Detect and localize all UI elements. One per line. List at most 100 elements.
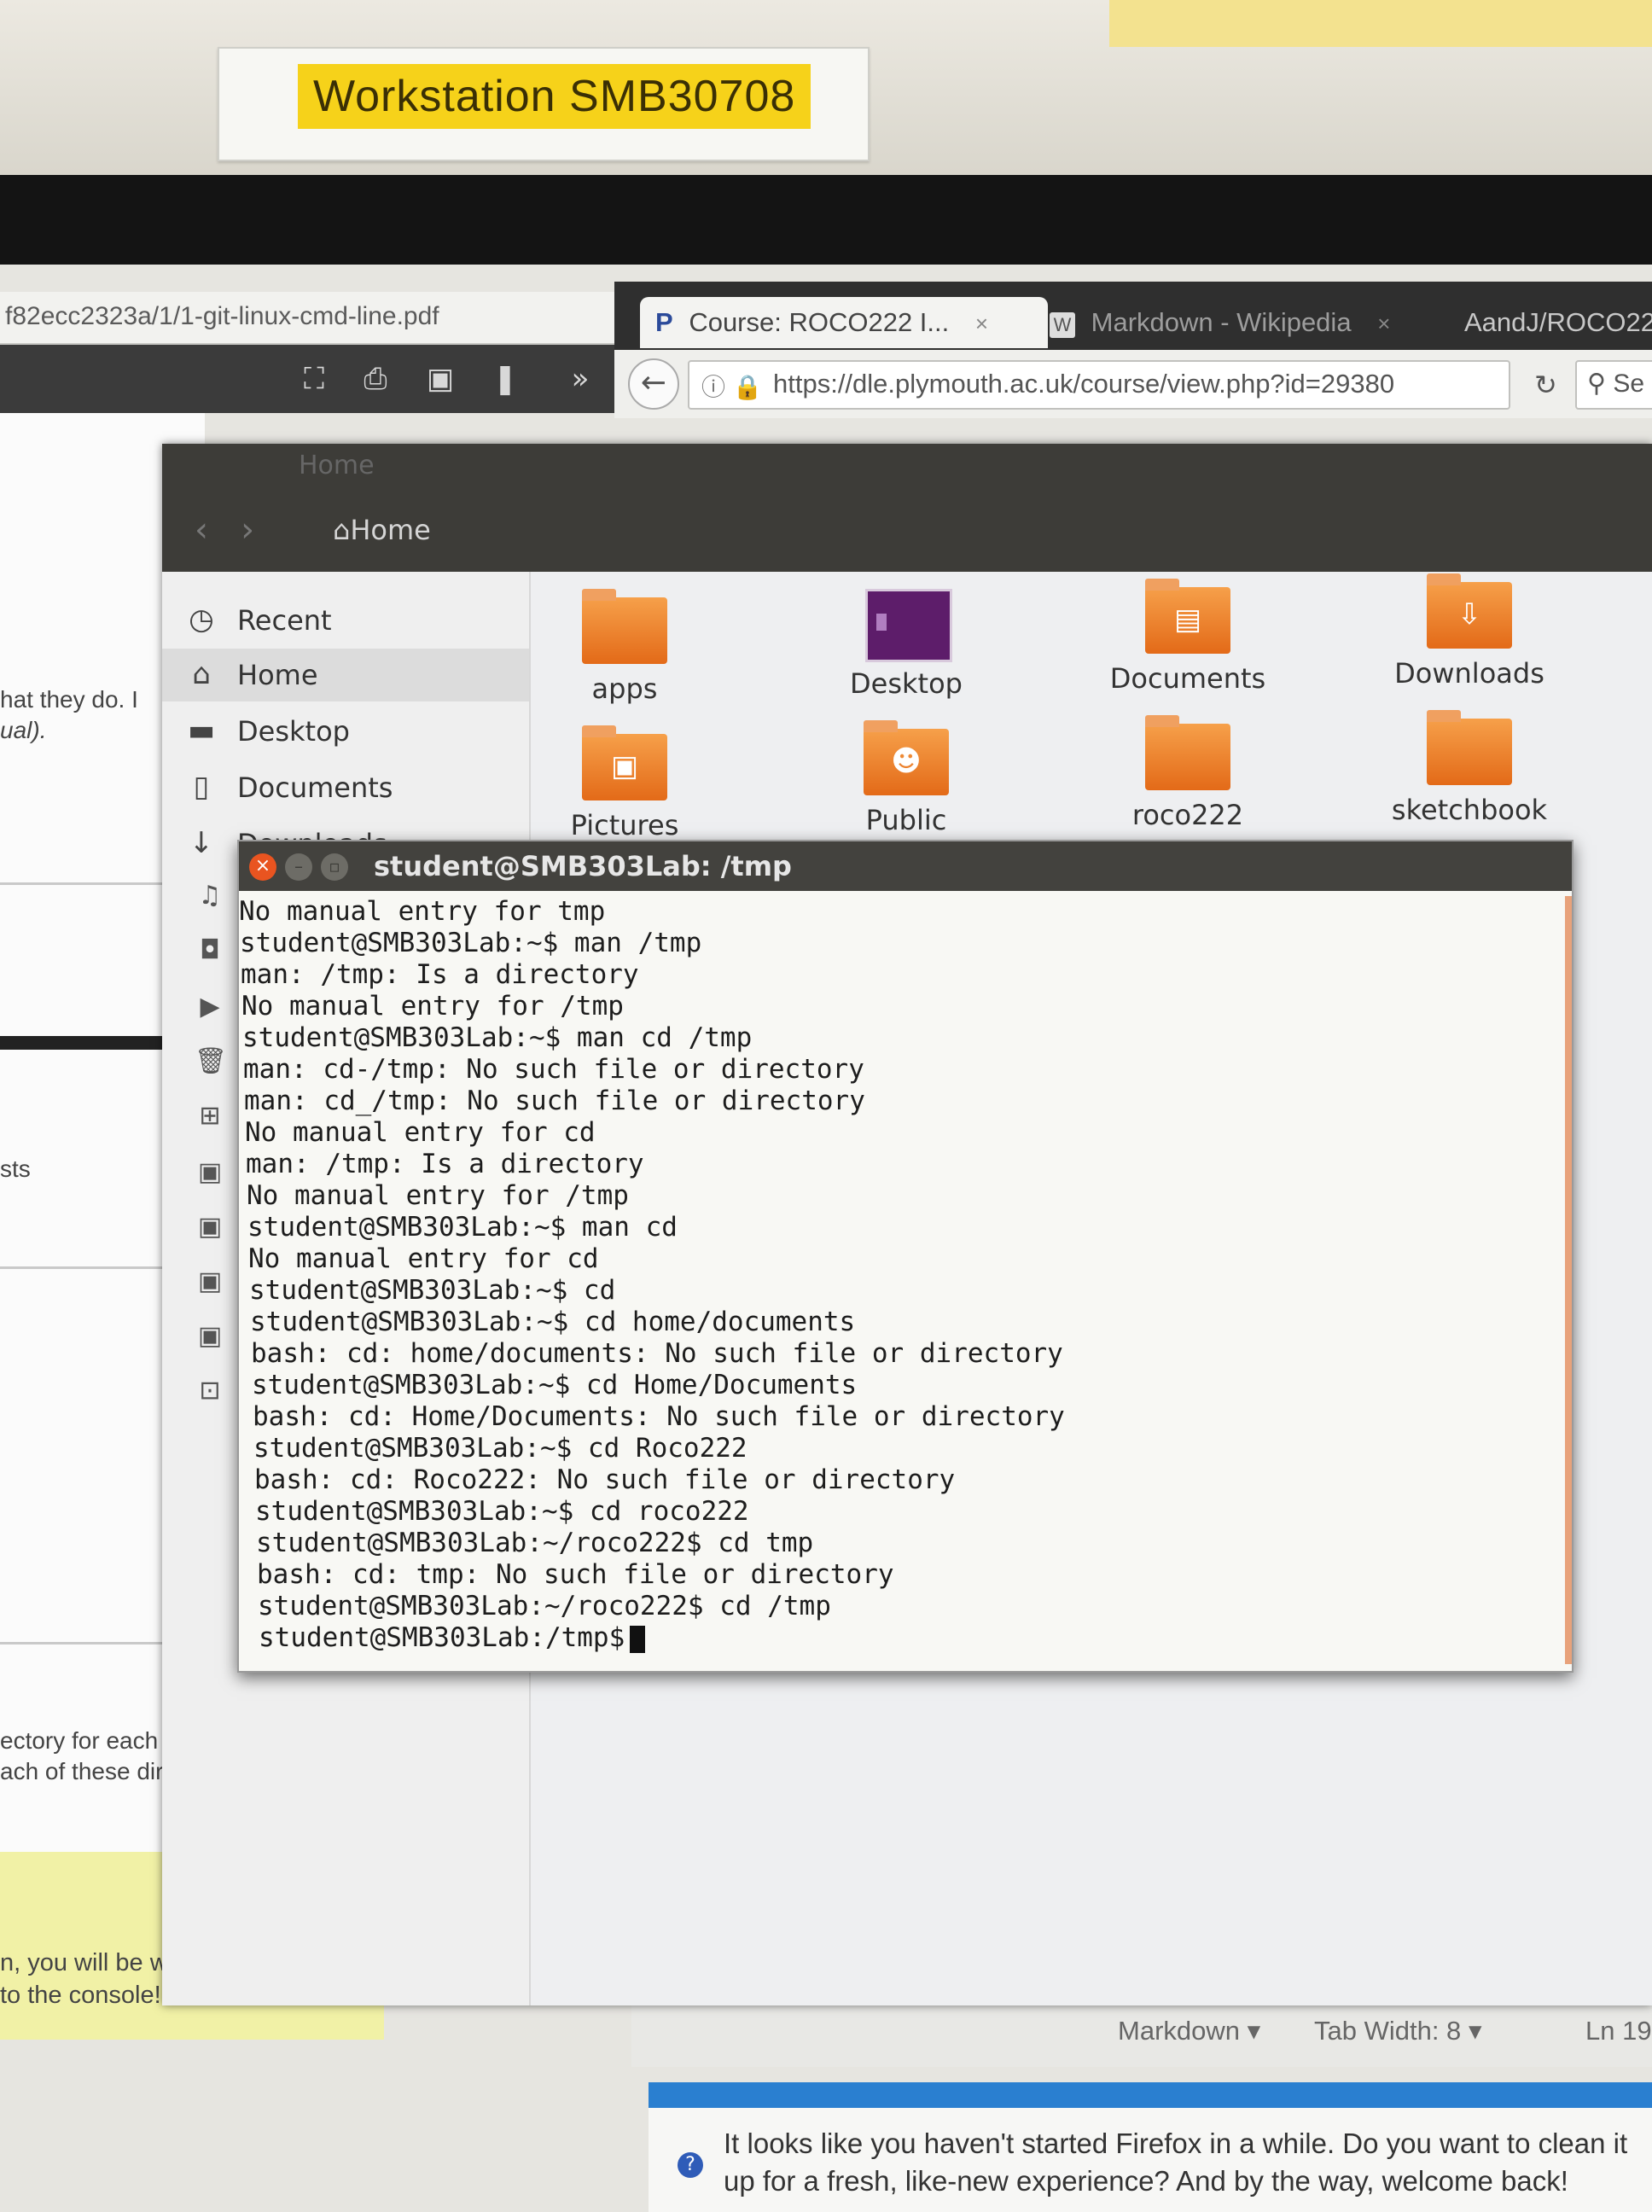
breadcrumb[interactable]: ⌂Home — [333, 514, 431, 546]
close-icon[interactable]: × — [249, 853, 276, 881]
wikipedia-favicon-icon: W — [1050, 312, 1075, 338]
tab-width-selector[interactable]: Tab Width: 8 ▾ — [1314, 2016, 1482, 2046]
terminal-line: bash: cd: home/documents: No such file o… — [251, 1338, 1063, 1369]
terminal-scrollbar[interactable] — [1565, 896, 1572, 1664]
url-bar[interactable]: ⓘ 🔒 https://dle.plymouth.ac.uk/course/vi… — [688, 360, 1557, 410]
terminal-line: bash: cd: Home/Documents: No such file o… — [253, 1401, 1065, 1432]
pdf-text-line: sts — [0, 1155, 31, 1182]
sidebar-item-label: Documents — [237, 771, 393, 804]
wall-background: Workstation SMB30708 — [0, 0, 1652, 175]
workstation-label: Workstation SMB30708 — [298, 64, 811, 129]
terminal-line: No manual entry for tmp — [239, 896, 606, 927]
download-icon: ↓ — [189, 826, 214, 860]
sidebar-item-label: Recent — [237, 604, 332, 637]
folder-sketchbook[interactable]: sketchbook — [1376, 710, 1563, 847]
home-icon: ⌂ — [192, 657, 211, 691]
pdf-text-line: ach of these direc — [0, 1758, 189, 1784]
notification-text: It looks like you haven't started Firefo… — [724, 2128, 1628, 2197]
print-icon[interactable]: ⎙ — [358, 362, 393, 396]
editor-status-bar: Markdown ▾ Tab Width: 8 ▾ Ln 19 — [631, 1997, 1652, 2067]
document-icon: ▯ — [193, 770, 210, 804]
search-label: Se — [1613, 370, 1645, 398]
reload-icon[interactable]: ↻ — [1534, 369, 1557, 401]
terminal-line: No manual entry for /tmp — [241, 991, 624, 1022]
folder-desktop[interactable]: Desktop — [812, 584, 1000, 720]
downloads-folder-icon: ⇩ — [1427, 573, 1512, 649]
drive-icon[interactable]: ▣ — [195, 1212, 225, 1243]
drive-icon[interactable]: ▣ — [195, 1266, 225, 1297]
bookmark-icon[interactable]: ❚ — [488, 362, 522, 396]
terminal-line: student@SMB303Lab:~/roco222$ cd /tmp — [258, 1591, 831, 1621]
fullscreen-icon[interactable]: ⛶ — [297, 362, 331, 396]
public-folder-icon: ☻ — [864, 720, 949, 795]
terminal-line: student@SMB303Lab:~$ cd home/documents — [250, 1307, 856, 1337]
folder-label: Desktop — [850, 667, 963, 700]
file-manager-header: Home ‹ › ⌂Home — [162, 444, 1652, 572]
sidebar-item-label: Desktop — [237, 715, 350, 748]
video-icon[interactable]: ▶ — [195, 992, 225, 1022]
drive-icon[interactable]: ▣ — [195, 1321, 225, 1352]
terminal-title: student@SMB303Lab: /tmp — [374, 850, 792, 882]
pdf-note-line: to the console! — [0, 1982, 161, 2009]
sidebar-item-recent[interactable]: ◷ Recent — [162, 594, 529, 647]
terminal-output[interactable]: No manual entry for tmp student@SMB303La… — [239, 896, 1553, 1664]
back-icon[interactable]: ‹ — [195, 510, 208, 550]
drive-icon[interactable]: ▣ — [195, 1157, 225, 1188]
pdf-viewer-titlebar: f82ecc2323a/1/1-git-linux-cmd-line.pdf — [0, 292, 614, 345]
close-icon[interactable]: × — [975, 311, 988, 336]
tab-course-roco222[interactable]: P Course: ROCO222 I... × — [640, 297, 1048, 348]
terminal-line: student@SMB303Lab:~$ cd Home/Documents — [252, 1370, 858, 1400]
tab-label: Markdown - Wikipedia — [1091, 307, 1352, 337]
site-info-lock-icon[interactable]: ⓘ 🔒 — [701, 369, 763, 403]
folder-label: Documents — [1109, 662, 1266, 695]
terminal-prompt-line[interactable]: student@SMB303Lab:/tmp$ — [259, 1622, 646, 1653]
terminal-line: student@SMB303Lab:~$ cd roco222 — [255, 1496, 749, 1527]
sidebar-item-label: Home — [237, 659, 318, 691]
nav-arrows: ‹ › — [195, 510, 254, 550]
minimize-icon[interactable]: – — [285, 853, 312, 881]
window-title: Home — [299, 451, 375, 480]
search-bar[interactable]: ⚲ Se — [1575, 360, 1652, 410]
save-icon[interactable]: ▣ — [423, 362, 457, 396]
tab-width-label: Tab Width: 8 — [1314, 2016, 1462, 2046]
language-selector[interactable]: Markdown ▾ — [1118, 2016, 1260, 2046]
firefox-progress-strip — [649, 2082, 1652, 2108]
tab-markdown-wikipedia[interactable]: W Markdown - Wikipedia × — [1050, 297, 1391, 348]
terminal-line: student@SMB303Lab:~$ man cd /tmp — [242, 1022, 753, 1053]
pdf-text-line: hat they do. I — [0, 686, 138, 713]
terminal-prompt: student@SMB303Lab:/tmp$ — [259, 1622, 625, 1653]
pictures-folder-icon: ▣ — [582, 725, 667, 800]
folder-label: Public — [865, 804, 947, 836]
desktop-folder-icon — [865, 589, 952, 662]
document-icon: ▤ — [1173, 602, 1202, 637]
maximize-icon[interactable]: ▫ — [321, 853, 348, 881]
close-icon[interactable]: × — [1377, 311, 1390, 336]
folder-documents[interactable]: ▤ Documents — [1094, 579, 1282, 715]
more-tools-icon[interactable]: » — [563, 362, 597, 396]
text-cursor — [630, 1625, 646, 1653]
pdf-text-line: ectory for each o — [0, 1727, 178, 1754]
person-icon: ☻ — [891, 744, 922, 778]
trash-icon[interactable]: 🗑 — [195, 1046, 227, 1077]
folder-public[interactable]: ☻ Public — [812, 720, 1000, 857]
network-icon[interactable]: ⊞ — [195, 1101, 225, 1132]
firefox-notification: ? It looks like you haven't started Fire… — [649, 2108, 1652, 2212]
folder-downloads[interactable]: ⇩ Downloads — [1376, 573, 1563, 710]
tab-aandj-roco222[interactable]: AandJ/ROCO22 — [1464, 297, 1652, 348]
folder-label: sketchbook — [1391, 794, 1548, 826]
sidebar-item-documents[interactable]: ▯ Documents — [162, 761, 529, 814]
forward-icon[interactable]: › — [241, 510, 254, 550]
sidebar-item-desktop[interactable]: ▬ Desktop — [162, 705, 529, 758]
back-arrow-icon[interactable]: ← — [628, 358, 679, 410]
computer-icon[interactable]: ⊡ — [195, 1376, 225, 1406]
camera-icon[interactable]: ◘ — [195, 935, 225, 966]
folder-roco222[interactable]: roco222 — [1094, 715, 1282, 852]
terminal-line: student@SMB303Lab:~$ man /tmp — [240, 928, 702, 958]
terminal-window[interactable]: × – ▫ student@SMB303Lab: /tmp No manual … — [237, 840, 1573, 1673]
folder-apps[interactable]: apps — [531, 589, 718, 725]
folder-icon — [1145, 715, 1230, 790]
sidebar-item-home[interactable]: ⌂ Home — [162, 649, 529, 701]
music-icon[interactable]: ♫ — [195, 881, 225, 911]
clock-icon: ◷ — [189, 602, 214, 637]
terminal-line: No manual entry for cd — [245, 1117, 596, 1148]
